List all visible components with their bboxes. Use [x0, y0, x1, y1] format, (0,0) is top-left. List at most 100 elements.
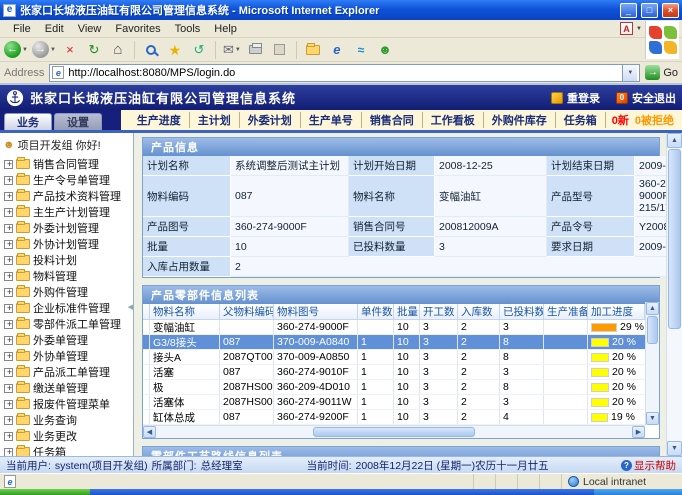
nav-work-board[interactable]: 工作看板: [423, 112, 484, 128]
expand-icon[interactable]: [4, 352, 13, 361]
print-button[interactable]: [246, 40, 266, 60]
sidebar-item-tech-data[interactable]: 产品技术资料管理: [2, 188, 131, 204]
favorites-button[interactable]: ★: [165, 40, 185, 60]
nav-purchased-stock[interactable]: 外购件库存: [484, 112, 556, 128]
col-header[interactable]: 批量: [394, 304, 420, 319]
table-row[interactable]: 极 2087HS002 360-209-4D010 1 10 3 2 8 20 …: [143, 380, 645, 395]
go-button[interactable]: → Go: [645, 65, 678, 80]
scroll-up-icon[interactable]: ▲: [646, 302, 659, 315]
expand-icon[interactable]: [4, 288, 13, 297]
sidebar-item-feeding-plan[interactable]: 投料计划: [2, 252, 131, 268]
expand-icon[interactable]: [4, 448, 13, 457]
sidebar-item-business-change[interactable]: 业务更改: [2, 428, 131, 444]
menu-edit[interactable]: Edit: [38, 22, 71, 36]
media-button[interactable]: ≈: [351, 40, 371, 60]
sidebar-item-sales-contract[interactable]: 销售合同管理: [2, 156, 131, 172]
scrollbar-thumb[interactable]: [668, 149, 681, 329]
logout-button[interactable]: 0 安全退出: [616, 90, 676, 106]
col-header[interactable]: 已投料数: [500, 304, 544, 319]
table-row[interactable]: 缸体总成 087 360-274-9200F 1 10 3 2 4 19 %: [143, 410, 645, 425]
expand-icon[interactable]: [4, 160, 13, 169]
refresh-button[interactable]: ↻: [84, 40, 104, 60]
scroll-up-icon[interactable]: ▲: [667, 133, 682, 148]
start-button[interactable]: [0, 489, 90, 495]
expand-icon[interactable]: [4, 368, 13, 377]
menu-file[interactable]: File: [6, 22, 38, 36]
badge-new-tasks[interactable]: 0新: [612, 112, 629, 128]
col-header[interactable]: 单件数量: [358, 304, 394, 319]
expand-icon[interactable]: [4, 256, 13, 265]
mail-dropdown-icon[interactable]: ▼: [235, 47, 241, 53]
expand-icon[interactable]: [4, 224, 13, 233]
expand-icon[interactable]: [4, 208, 13, 217]
sidebar-item-part-dispatch[interactable]: 零部件派工单管理: [2, 316, 131, 332]
horizontal-scrollbar[interactable]: ◀ ▶: [143, 425, 645, 438]
scroll-down-icon[interactable]: ▼: [646, 412, 659, 425]
addon-dropdown-icon[interactable]: ▼: [636, 26, 642, 32]
expand-icon[interactable]: [4, 432, 13, 441]
col-header[interactable]: 物料图号: [274, 304, 358, 319]
sidebar-item-task-box[interactable]: 任务箱: [2, 444, 131, 456]
col-header[interactable]: 父物料编码: [220, 304, 274, 319]
sidebar-item-coop-plan[interactable]: 外协计划管理: [2, 236, 131, 252]
expand-icon[interactable]: [4, 176, 13, 185]
close-button[interactable]: ×: [662, 3, 679, 18]
forward-dropdown-icon[interactable]: ▼: [50, 47, 56, 53]
sidebar-item-standard-parts[interactable]: 企业标准件管理: [2, 300, 131, 316]
history-button[interactable]: ↺: [189, 40, 209, 60]
sidebar-item-business-query[interactable]: 业务查询: [2, 412, 131, 428]
sidebar-item-material[interactable]: 物料管理: [2, 268, 131, 284]
home-button[interactable]: ⌂: [108, 40, 128, 60]
menu-tools[interactable]: Tools: [168, 22, 208, 36]
table-row[interactable]: 接头A 2087QT002 370-009-A0850 1 10 3 2 8 2…: [143, 350, 645, 365]
expand-icon[interactable]: [4, 384, 13, 393]
stop-button[interactable]: ×: [60, 40, 80, 60]
table-row[interactable]: 活塞体 2087HS002 360-274-9011W 1 10 3 2 3 2…: [143, 395, 645, 410]
expand-icon[interactable]: [4, 304, 13, 313]
col-header[interactable]: 物料名称: [150, 304, 220, 319]
scroll-left-icon[interactable]: ◀: [143, 426, 156, 438]
messenger-button[interactable]: ☻: [375, 40, 395, 60]
expand-icon[interactable]: [4, 416, 13, 425]
expand-icon[interactable]: [4, 320, 13, 329]
url-text[interactable]: http://localhost:8080/MPS/login.do: [68, 67, 618, 79]
expand-icon[interactable]: [4, 400, 13, 409]
tab-business[interactable]: 业务: [4, 113, 52, 130]
col-header[interactable]: 开工数: [420, 304, 458, 319]
menu-help[interactable]: Help: [207, 22, 244, 36]
mail-button[interactable]: ✉▼: [222, 40, 242, 60]
back-dropdown-icon[interactable]: ▼: [22, 47, 28, 53]
address-dropdown-icon[interactable]: ▼: [622, 65, 637, 81]
back-button[interactable]: ←▼: [4, 40, 28, 60]
sidebar-collapse-handle[interactable]: ◀: [128, 303, 133, 311]
sidebar-item-coop-order[interactable]: 外协单管理: [2, 348, 131, 364]
pdf-addon-icon[interactable]: A: [620, 22, 633, 35]
table-vertical-scrollbar[interactable]: ▲ ▼: [645, 302, 659, 425]
col-header[interactable]: 加工进度: [588, 304, 645, 319]
relogin-button[interactable]: 重登录: [551, 90, 600, 106]
menu-favorites[interactable]: Favorites: [108, 22, 167, 36]
folders-button[interactable]: [303, 40, 323, 60]
sidebar-item-master-plan[interactable]: 主生产计划管理: [2, 204, 131, 220]
address-input[interactable]: e http://localhost:8080/MPS/login.do ▼: [49, 64, 640, 82]
forward-button[interactable]: →▼: [32, 40, 56, 60]
scrollbar-thumb[interactable]: [313, 427, 475, 437]
table-row[interactable]: 活塞 087 360-274-9010F 1 10 3 2 3 20 %: [143, 365, 645, 380]
sidebar-item-product-dispatch[interactable]: 产品派工单管理: [2, 364, 131, 380]
scrollbar-thumb[interactable]: [647, 316, 658, 344]
tab-settings[interactable]: 设置: [54, 113, 102, 130]
scroll-down-icon[interactable]: ▼: [667, 441, 682, 456]
search-button[interactable]: [141, 40, 161, 60]
sidebar-item-delivery-order[interactable]: 缴送单管理: [2, 380, 131, 396]
main-vertical-scrollbar[interactable]: ▲ ▼: [666, 133, 682, 456]
table-row-selected[interactable]: G3/8接头 087 370-009-A0840 1 10 3 2 8 20 %: [143, 335, 645, 350]
col-header[interactable]: 入库数: [458, 304, 500, 319]
show-help-link[interactable]: ? 显示帮助: [621, 458, 676, 473]
col-header[interactable]: 生产准备: [544, 304, 588, 319]
table-row[interactable]: 变幅油缸 360-274-9000F 10 3 2 3 29 %: [143, 320, 645, 335]
minimize-button[interactable]: _: [620, 3, 637, 18]
nav-master-plan[interactable]: 主计划: [190, 112, 240, 128]
maximize-button[interactable]: □: [641, 3, 658, 18]
nav-task-box[interactable]: 任务箱: [556, 112, 606, 128]
expand-icon[interactable]: [4, 272, 13, 281]
